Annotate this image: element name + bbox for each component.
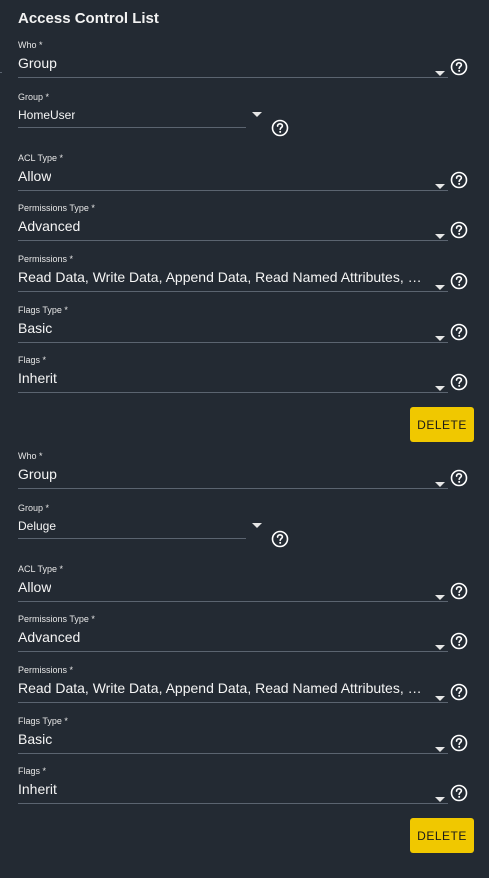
flags-type-value: Basic: [18, 731, 53, 747]
permissions-type-value: Advanced: [18, 629, 81, 645]
help-circle-icon[interactable]: [450, 784, 468, 802]
permissions-label: Permissions *: [18, 254, 74, 264]
chevron-down-icon[interactable]: [435, 688, 445, 701]
help-circle-icon[interactable]: [450, 171, 468, 189]
group-value: Deluge: [18, 519, 57, 533]
chevron-down-icon[interactable]: [435, 176, 445, 189]
left-edge-marker: [0, 72, 2, 73]
help-circle-icon[interactable]: [450, 632, 468, 650]
who-value: Group: [18, 55, 57, 71]
flags-type-label: Flags Type *: [18, 716, 68, 726]
help-circle-icon[interactable]: [450, 734, 468, 752]
flags-select[interactable]: Inherit: [18, 779, 448, 804]
chevron-down-icon[interactable]: [252, 104, 262, 117]
group-select[interactable]: HomeUser: [18, 105, 246, 128]
page-title: Access Control List: [18, 10, 159, 27]
delete-button[interactable]: DELETE: [410, 818, 474, 853]
acl-type-select[interactable]: Allow: [18, 166, 448, 191]
flags-value: Inherit: [18, 781, 57, 797]
chevron-down-icon[interactable]: [252, 515, 262, 528]
group-value: HomeUser: [18, 108, 76, 122]
permissions-type-select[interactable]: Advanced: [18, 627, 448, 652]
chevron-down-icon[interactable]: [435, 226, 445, 239]
group-label: Group *: [18, 503, 50, 513]
chevron-down-icon[interactable]: [435, 63, 445, 76]
who-value: Group: [18, 466, 57, 482]
help-circle-icon[interactable]: [450, 221, 468, 239]
flags-label: Flags *: [18, 766, 47, 776]
flags-type-select[interactable]: Basic: [18, 729, 448, 754]
permissions-label: Permissions *: [18, 665, 74, 675]
help-circle-icon[interactable]: [450, 323, 468, 341]
acl-type-value: Allow: [18, 168, 52, 184]
chevron-down-icon[interactable]: [435, 474, 445, 487]
permissions-type-label: Permissions Type *: [18, 203, 95, 213]
flags-label: Flags *: [18, 355, 47, 365]
chevron-down-icon[interactable]: [435, 378, 445, 391]
acl-type-select[interactable]: Allow: [18, 577, 448, 602]
group-label: Group *: [18, 92, 50, 102]
chevron-down-icon[interactable]: [435, 328, 445, 341]
group-select[interactable]: Deluge: [18, 516, 246, 539]
chevron-down-icon[interactable]: [435, 277, 445, 290]
acl-type-label: ACL Type *: [18, 564, 64, 574]
chevron-down-icon[interactable]: [435, 739, 445, 752]
help-circle-icon[interactable]: [450, 469, 468, 487]
help-circle-icon[interactable]: [271, 530, 289, 548]
who-select[interactable]: Group: [18, 53, 448, 78]
who-label: Who *: [18, 40, 43, 50]
chevron-down-icon[interactable]: [435, 789, 445, 802]
who-select[interactable]: Group: [18, 464, 448, 489]
flags-type-label: Flags Type *: [18, 305, 68, 315]
flags-type-value: Basic: [18, 320, 53, 336]
chevron-down-icon[interactable]: [435, 637, 445, 650]
permissions-type-select[interactable]: Advanced: [18, 216, 448, 241]
permissions-type-label: Permissions Type *: [18, 614, 95, 624]
help-circle-icon[interactable]: [450, 683, 468, 701]
delete-button[interactable]: DELETE: [410, 407, 474, 442]
help-circle-icon[interactable]: [450, 272, 468, 290]
help-circle-icon[interactable]: [450, 58, 468, 76]
help-circle-icon[interactable]: [450, 373, 468, 391]
flags-select[interactable]: Inherit: [18, 368, 448, 393]
help-circle-icon[interactable]: [450, 582, 468, 600]
acl-type-value: Allow: [18, 579, 52, 595]
permissions-value: Read Data, Write Data, Append Data, Read…: [18, 680, 428, 696]
acl-type-label: ACL Type *: [18, 153, 64, 163]
help-circle-icon[interactable]: [271, 119, 289, 137]
who-label: Who *: [18, 451, 43, 461]
permissions-select[interactable]: Read Data, Write Data, Append Data, Read…: [18, 267, 448, 292]
chevron-down-icon[interactable]: [435, 587, 445, 600]
permissions-select[interactable]: Read Data, Write Data, Append Data, Read…: [18, 678, 448, 703]
permissions-type-value: Advanced: [18, 218, 81, 234]
permissions-value: Read Data, Write Data, Append Data, Read…: [18, 269, 428, 285]
flags-type-select[interactable]: Basic: [18, 318, 448, 343]
flags-value: Inherit: [18, 370, 57, 386]
